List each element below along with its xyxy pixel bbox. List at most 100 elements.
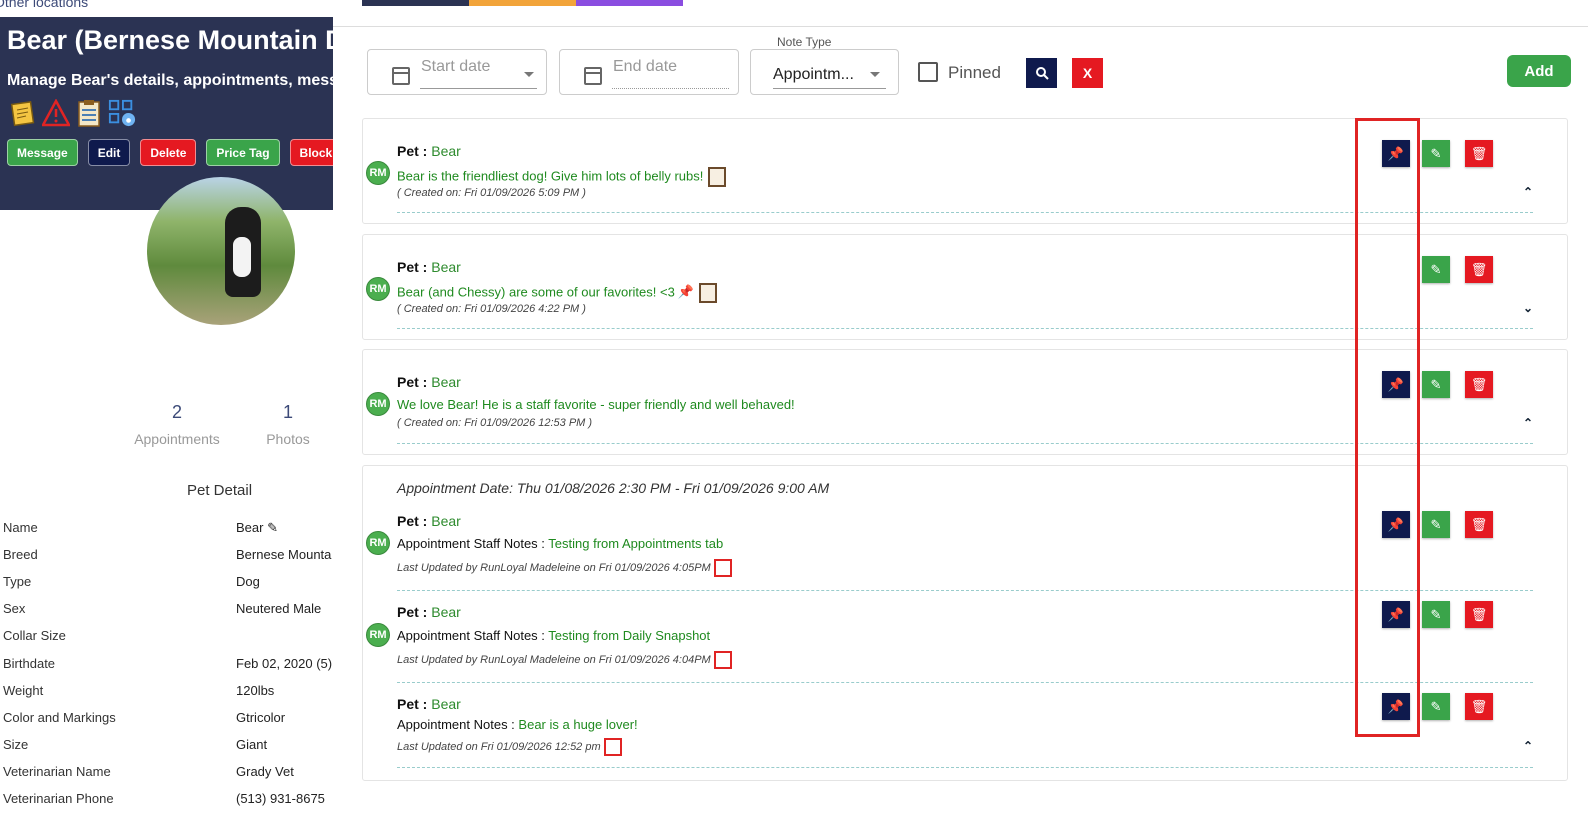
note-icon[interactable] <box>9 98 37 128</box>
edit-note-button[interactable]: ✎ <box>1422 511 1450 538</box>
detail-label: Collar Size <box>3 628 66 643</box>
note-created: ( Created on: Fri 01/09/2026 4:22 PM ) <box>397 303 586 315</box>
pet-action-buttons: Message Edit Delete Price Tag Block <box>7 139 333 166</box>
pet-profile-panel: Other locations Bear (Bernese Mountain D… <box>0 0 333 823</box>
block-button[interactable]: Block <box>289 139 333 166</box>
detail-value: (513) 931-8675 <box>236 791 325 806</box>
kennel-icon <box>708 167 727 187</box>
delete-note-button[interactable]: 🗑 <box>1465 693 1493 720</box>
detail-value: Neutered Male <box>236 601 322 616</box>
photos-label: Photos <box>266 431 310 447</box>
divider <box>397 767 1533 768</box>
edit-note-button[interactable]: ✎ <box>1422 601 1450 628</box>
field-underline <box>420 88 537 89</box>
start-date-placeholder: Start date <box>421 58 491 75</box>
calendar-icon <box>713 559 732 577</box>
end-date-field[interactable]: End date <box>559 49 739 95</box>
appointments-stat[interactable]: 2 Appointments <box>131 402 223 447</box>
edit-note-button[interactable]: ✎ <box>1422 371 1450 398</box>
edit-icon: ✎ <box>1430 516 1442 532</box>
tab-indicator[interactable] <box>362 0 469 6</box>
chevron-up-icon[interactable]: ⌃ <box>1523 416 1533 430</box>
author-avatar: RM <box>366 623 390 647</box>
pet-line: Pet : Bear <box>397 696 461 712</box>
delete-note-button[interactable]: 🗑 <box>1465 371 1493 398</box>
detail-label: Birthdate <box>3 656 56 671</box>
photos-stat[interactable]: 1 Photos <box>263 402 313 447</box>
message-button[interactable]: Message <box>7 139 78 166</box>
appointments-count: 2 <box>171 402 182 422</box>
trash-icon: 🗑 <box>1470 145 1488 161</box>
field-underline <box>773 88 886 89</box>
chevron-down-icon <box>870 72 880 77</box>
other-locations-link[interactable]: Other locations <box>0 0 88 10</box>
pet-line: Pet : Bear <box>397 143 461 159</box>
pencil-icon[interactable]: ✎ <box>267 520 278 535</box>
detail-value: Grady Vet <box>236 764 294 779</box>
detail-value: 120lbs <box>236 683 275 698</box>
pet-avatar[interactable] <box>147 177 295 325</box>
search-button[interactable] <box>1026 58 1057 88</box>
clear-filters-button[interactable]: X <box>1072 58 1103 88</box>
delete-note-button[interactable]: 🗑 <box>1465 256 1493 283</box>
warning-icon[interactable] <box>42 98 70 128</box>
delete-button[interactable]: Delete <box>140 139 197 166</box>
note-text: Bear is the friendliest dog! Give him lo… <box>397 167 727 187</box>
trash-icon: 🗑 <box>1470 606 1488 622</box>
detail-value: Giant <box>236 737 268 752</box>
detail-label: Size <box>3 737 29 752</box>
edit-note-button[interactable]: ✎ <box>1422 693 1450 720</box>
edit-icon: ✎ <box>1430 606 1442 622</box>
note-type-value: Appointm... <box>773 66 854 83</box>
note-created: ( Created on: Fri 01/09/2026 5:09 PM ) <box>397 187 586 199</box>
trash-icon: 🗑 <box>1470 261 1488 277</box>
delete-note-button[interactable]: 🗑 <box>1465 140 1493 167</box>
clipboard-icon[interactable] <box>75 98 103 128</box>
chevron-down-icon <box>524 72 534 77</box>
pet-line: Pet : Bear <box>397 604 461 620</box>
price-tag-button[interactable]: Price Tag <box>206 139 280 166</box>
note-type-label: Note Type <box>775 35 834 49</box>
pet-header: Bear (Bernese Mountain Do Manage Bear's … <box>0 17 333 210</box>
calendar-icon <box>584 67 602 85</box>
author-avatar: RM <box>366 392 390 416</box>
author-avatar: RM <box>366 161 390 185</box>
pinned-checkbox[interactable] <box>918 62 938 82</box>
pet-line: Pet : Bear <box>397 513 461 529</box>
divider <box>333 26 1588 27</box>
calendar-icon <box>603 738 622 756</box>
start-date-field[interactable]: Start date <box>367 49 547 95</box>
detail-value: Gtricolor <box>236 710 286 725</box>
delete-note-button[interactable]: 🗑 <box>1465 511 1493 538</box>
note-type-select[interactable]: Appointm... <box>750 49 899 95</box>
note-updated: Last Updated by RunLoyal Madeleine on Fr… <box>397 559 732 577</box>
qr-icon[interactable] <box>108 98 136 128</box>
add-note-button[interactable]: Add <box>1507 55 1571 87</box>
end-date-placeholder: End date <box>613 58 678 75</box>
edit-note-button[interactable]: ✎ <box>1422 256 1450 283</box>
note-text: Appointment Staff Notes : Testing from D… <box>397 628 711 643</box>
chevron-down-icon[interactable]: ⌄ <box>1523 301 1533 315</box>
detail-label: Breed <box>3 547 38 562</box>
tab-indicator[interactable] <box>576 0 683 6</box>
chevron-up-icon[interactable]: ⌃ <box>1523 739 1533 753</box>
note-text: Appointment Staff Notes : Testing from A… <box>397 536 724 551</box>
pet-subtitle: Manage Bear's details, appointments, mes… <box>7 72 333 89</box>
notes-panel: Start date End date Appointm... Note Typ… <box>333 0 1588 823</box>
pet-detail-title: Pet Detail <box>187 482 253 499</box>
note-updated: Last Updated by RunLoyal Madeleine on Fr… <box>397 651 732 669</box>
note-updated: Last Updated on Fri 01/09/2026 12:52 pm <box>397 738 622 756</box>
detail-value: Bernese Mounta <box>236 547 332 562</box>
author-avatar: RM <box>366 277 390 301</box>
edit-note-button[interactable]: ✎ <box>1422 140 1450 167</box>
detail-label: Color and Markings <box>3 710 116 725</box>
chevron-up-icon[interactable]: ⌃ <box>1523 185 1533 199</box>
detail-label: Name <box>3 520 38 535</box>
tab-indicator-bar <box>362 0 683 6</box>
note-text: Bear (and Chessy) are some of our favori… <box>397 283 718 303</box>
note-created: ( Created on: Fri 01/09/2026 12:53 PM ) <box>397 417 593 429</box>
tab-indicator[interactable] <box>469 0 576 6</box>
edit-icon: ✎ <box>1430 145 1442 161</box>
edit-button[interactable]: Edit <box>87 139 131 166</box>
delete-note-button[interactable]: 🗑 <box>1465 601 1493 628</box>
